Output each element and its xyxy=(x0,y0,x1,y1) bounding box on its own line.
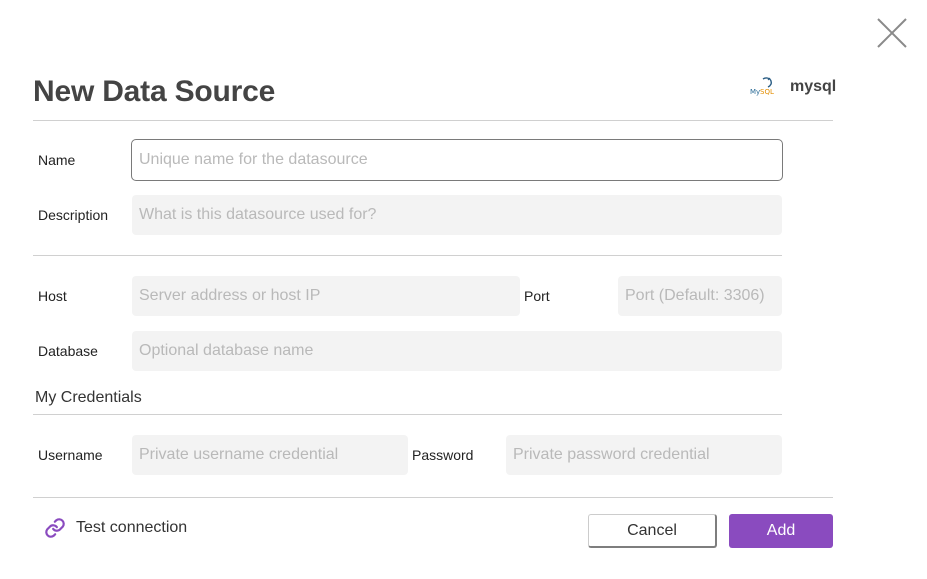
datasource-type: My SQL mysql xyxy=(749,76,836,98)
host-input[interactable] xyxy=(132,276,520,316)
username-label: Username xyxy=(38,447,103,463)
port-input[interactable] xyxy=(618,276,782,316)
port-label: Port xyxy=(524,288,550,304)
cancel-button[interactable]: Cancel xyxy=(588,514,717,548)
credentials-divider xyxy=(33,414,782,415)
link-icon xyxy=(45,518,65,538)
credentials-section-title: My Credentials xyxy=(35,389,142,406)
description-label: Description xyxy=(38,207,109,223)
footer-divider xyxy=(33,497,833,498)
close-icon xyxy=(877,18,907,48)
section-divider xyxy=(33,255,782,256)
password-input[interactable] xyxy=(506,435,782,475)
add-button[interactable]: Add xyxy=(729,514,833,548)
test-connection-label: Test connection xyxy=(76,519,188,536)
name-label: Name xyxy=(38,152,76,168)
host-label: Host xyxy=(38,288,67,304)
datasource-type-label: mysql xyxy=(790,78,837,95)
test-connection-link[interactable]: Test connection xyxy=(44,517,187,539)
database-label: Database xyxy=(38,343,98,359)
database-input[interactable] xyxy=(132,331,782,371)
new-data-source-dialog: New Data Source My SQL mysql Name Descri… xyxy=(0,0,927,579)
password-label: Password xyxy=(412,447,474,463)
name-input[interactable] xyxy=(131,139,783,181)
header-divider xyxy=(33,120,833,121)
svg-text:SQL: SQL xyxy=(760,88,774,96)
close-button[interactable] xyxy=(872,13,912,53)
svg-text:My: My xyxy=(750,88,760,96)
page-title: New Data Source xyxy=(33,75,276,108)
description-input[interactable] xyxy=(132,195,782,235)
mysql-dolphin-icon: My SQL xyxy=(750,77,774,96)
username-input[interactable] xyxy=(132,435,408,475)
